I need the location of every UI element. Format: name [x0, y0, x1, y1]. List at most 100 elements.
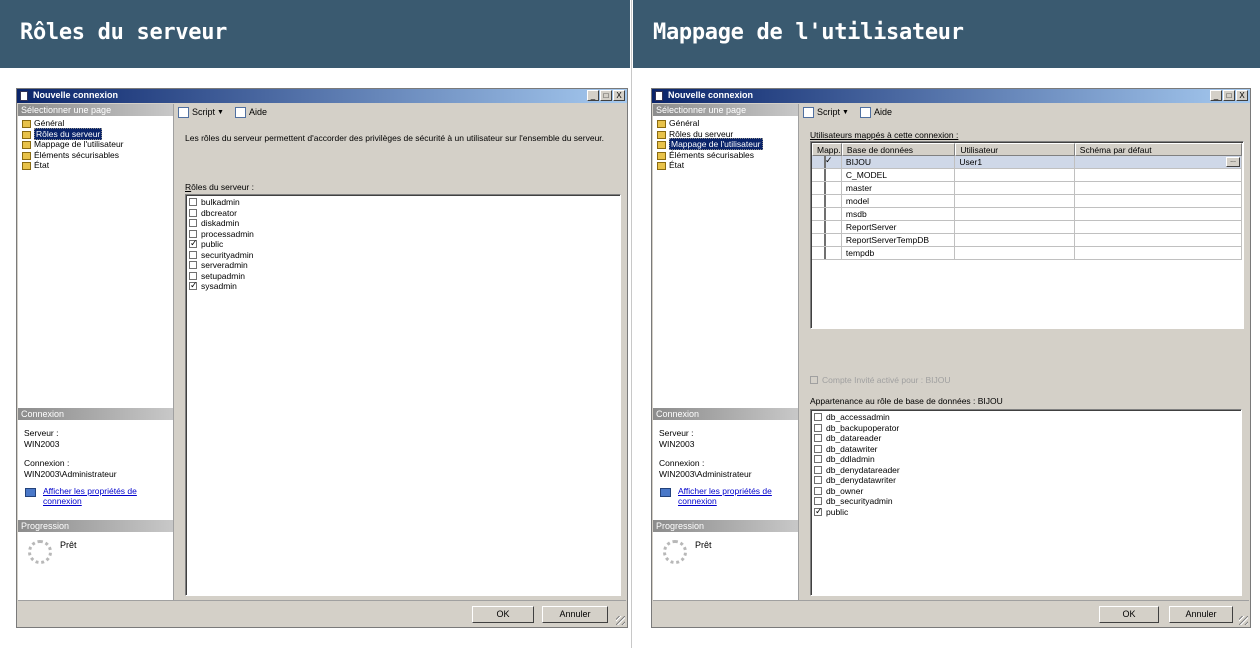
server-roles-list[interactable]: bulkadmin dbcreator diskadmin processadm…: [185, 194, 621, 596]
map-checkbox[interactable]: [824, 156, 826, 168]
dropdown-arrow-icon[interactable]: ▼: [217, 109, 224, 116]
user-cell[interactable]: [955, 247, 1075, 260]
help-button[interactable]: Aide: [859, 106, 892, 118]
dropdown-arrow-icon[interactable]: ▼: [842, 109, 849, 116]
db-role-checkbox[interactable]: [814, 455, 822, 464]
role-row-bulkadmin[interactable]: bulkadmin: [186, 197, 620, 208]
role-row-public[interactable]: public: [186, 238, 620, 250]
resize-grip-icon[interactable]: [1239, 616, 1248, 625]
schema-cell[interactable]: [1074, 234, 1242, 247]
ok-button[interactable]: OK: [1099, 606, 1159, 623]
page-item-general[interactable]: Général: [656, 118, 798, 129]
page-item-status[interactable]: État: [21, 160, 173, 171]
browse-schema-button[interactable]: ...: [1226, 157, 1240, 167]
map-checkbox[interactable]: [824, 247, 826, 259]
cancel-button[interactable]: Annuler: [542, 606, 608, 623]
db-role-checkbox[interactable]: [814, 434, 822, 443]
column-header-map[interactable]: Mapp...: [812, 143, 842, 156]
user-cell[interactable]: User1: [955, 156, 1075, 169]
schema-cell[interactable]: [1074, 221, 1242, 234]
user-cell[interactable]: [955, 234, 1075, 247]
table-row[interactable]: tempdb: [812, 247, 1242, 260]
role-row-sysadmin[interactable]: sysadmin: [186, 280, 620, 292]
user-mapping-grid[interactable]: Mapp... Base de données Utilisateur Sché…: [810, 141, 1244, 329]
view-connection-properties-link[interactable]: Afficher les propriétés de connexion: [678, 486, 772, 506]
role-checkbox[interactable]: [189, 261, 197, 270]
role-checkbox[interactable]: [189, 271, 197, 280]
db-role-row-db_denydatareader[interactable]: db_denydatareader: [811, 465, 1241, 476]
db-role-row-db_ddladmin[interactable]: db_ddladmin: [811, 454, 1241, 465]
titlebar[interactable]: Nouvelle connexion _ □ X: [17, 89, 627, 103]
map-checkbox[interactable]: [824, 234, 826, 246]
db-role-row-db_datareader[interactable]: db_datareader: [811, 433, 1241, 444]
schema-cell[interactable]: [1074, 208, 1242, 221]
schema-cell[interactable]: [1074, 182, 1242, 195]
page-item-securables[interactable]: Éléments sécurisables: [21, 150, 173, 161]
map-checkbox[interactable]: [824, 169, 826, 181]
page-item-user-mapping[interactable]: Mappage de l'utilisateur: [656, 138, 798, 151]
role-checkbox[interactable]: [189, 280, 198, 291]
minimize-button[interactable]: _: [1210, 90, 1222, 101]
view-connection-properties-link[interactable]: Afficher les propriétés de connexion: [43, 486, 137, 506]
db-role-row-db_backupoperator[interactable]: db_backupoperator: [811, 423, 1241, 434]
minimize-button[interactable]: _: [587, 90, 599, 101]
db-role-checkbox[interactable]: [814, 423, 822, 432]
role-row-diskadmin[interactable]: diskadmin: [186, 218, 620, 229]
map-checkbox[interactable]: [824, 221, 826, 233]
view-connection-properties[interactable]: Afficher les propriétés de connexion: [18, 480, 173, 506]
page-item-securables[interactable]: Éléments sécurisables: [656, 150, 798, 161]
db-role-row-db_owner[interactable]: db_owner: [811, 486, 1241, 497]
schema-cell[interactable]: [1074, 195, 1242, 208]
db-role-checkbox[interactable]: [814, 506, 823, 517]
maximize-button[interactable]: □: [600, 90, 612, 101]
page-item-status[interactable]: État: [656, 160, 798, 171]
column-header-default-schema[interactable]: Schéma par défaut: [1074, 143, 1242, 156]
page-item-user-mapping[interactable]: Mappage de l'utilisateur: [21, 139, 173, 150]
script-button[interactable]: Script ▼: [178, 106, 229, 118]
user-cell[interactable]: [955, 169, 1075, 182]
role-checkbox[interactable]: [189, 198, 197, 207]
db-role-checkbox[interactable]: [814, 413, 822, 422]
role-row-processadmin[interactable]: processadmin: [186, 229, 620, 240]
db-role-row-public[interactable]: public: [811, 506, 1241, 518]
db-role-checkbox[interactable]: [814, 497, 822, 506]
map-checkbox[interactable]: [824, 195, 826, 207]
user-cell[interactable]: [955, 195, 1075, 208]
column-header-user[interactable]: Utilisateur: [955, 143, 1075, 156]
script-button[interactable]: Script ▼: [803, 106, 854, 118]
map-checkbox[interactable]: [824, 208, 826, 220]
role-row-serveradmin[interactable]: serveradmin: [186, 260, 620, 271]
ok-button[interactable]: OK: [472, 606, 534, 623]
database-role-list[interactable]: db_accessadmin db_backupoperator db_data…: [810, 409, 1242, 596]
view-connection-properties[interactable]: Afficher les propriétés de connexion: [653, 480, 798, 506]
table-row[interactable]: ReportServer: [812, 221, 1242, 234]
schema-cell[interactable]: [1074, 169, 1242, 182]
role-checkbox[interactable]: [189, 229, 197, 238]
user-cell[interactable]: [955, 208, 1075, 221]
role-row-setupadmin[interactable]: setupadmin: [186, 271, 620, 282]
db-role-checkbox[interactable]: [814, 444, 822, 453]
table-row[interactable]: model: [812, 195, 1242, 208]
titlebar[interactable]: Nouvelle connexion _ □ X: [652, 89, 1250, 103]
db-role-checkbox[interactable]: [814, 486, 822, 495]
db-role-row-db_datawriter[interactable]: db_datawriter: [811, 444, 1241, 455]
table-row[interactable]: master: [812, 182, 1242, 195]
close-button[interactable]: X: [1236, 90, 1248, 101]
db-role-checkbox[interactable]: [814, 465, 822, 474]
close-button[interactable]: X: [613, 90, 625, 101]
cancel-button[interactable]: Annuler: [1169, 606, 1233, 623]
table-row[interactable]: BIJOU User1 ...: [812, 156, 1242, 169]
column-header-database[interactable]: Base de données: [841, 143, 956, 156]
role-checkbox[interactable]: [189, 208, 197, 217]
help-button[interactable]: Aide: [234, 106, 267, 118]
table-row[interactable]: msdb: [812, 208, 1242, 221]
user-cell[interactable]: [955, 182, 1075, 195]
page-item-server-roles[interactable]: Rôles du serveur: [21, 127, 173, 140]
schema-cell[interactable]: [1074, 247, 1242, 260]
user-cell[interactable]: [955, 221, 1075, 234]
db-role-row-db_securityadmin[interactable]: db_securityadmin: [811, 496, 1241, 507]
table-row[interactable]: ReportServerTempDB: [812, 234, 1242, 247]
map-checkbox[interactable]: [824, 182, 826, 194]
db-role-checkbox[interactable]: [814, 476, 822, 485]
role-checkbox[interactable]: [189, 250, 197, 259]
